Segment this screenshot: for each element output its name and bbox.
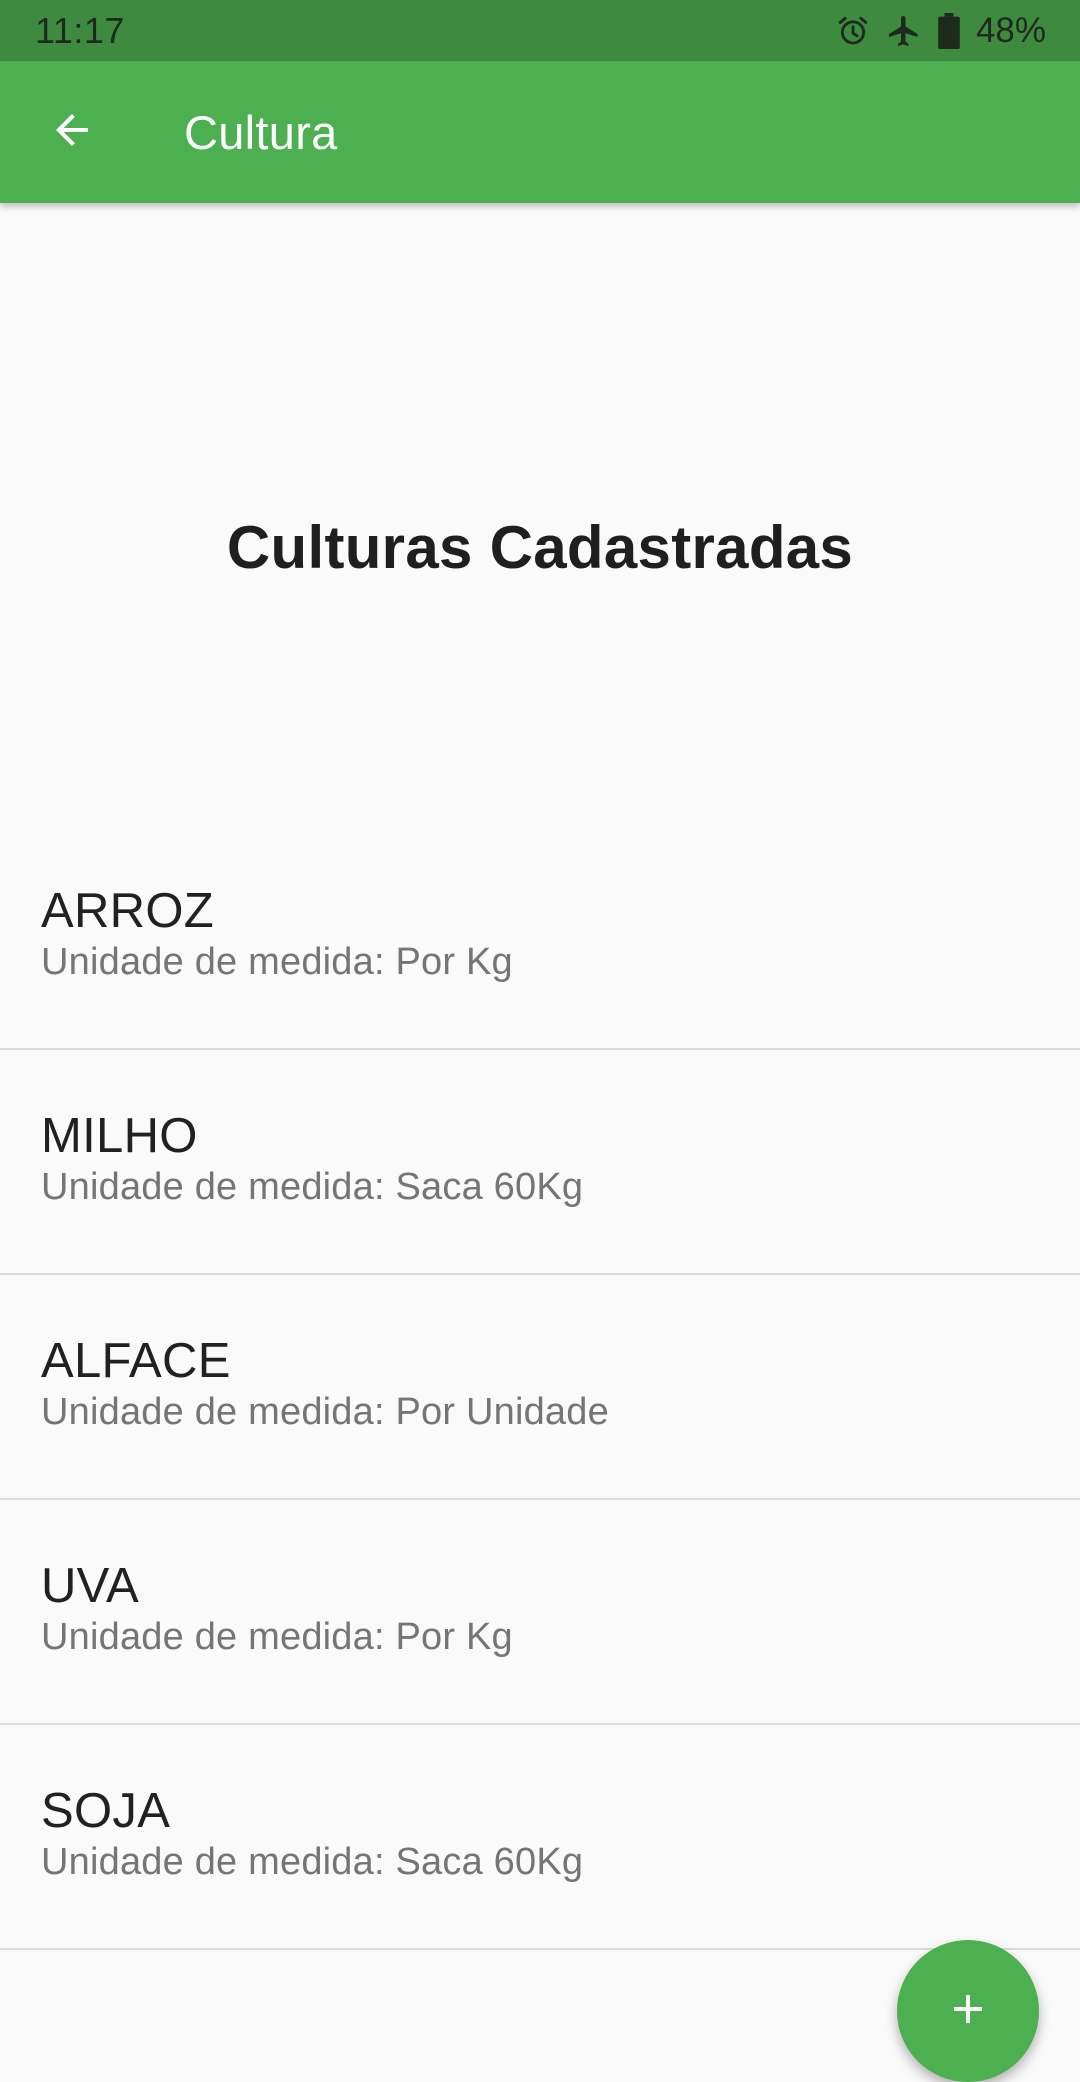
battery-percent: 48%	[975, 10, 1046, 50]
back-button[interactable]	[0, 61, 144, 203]
status-bar: 11:17 48%	[0, 0, 1080, 61]
item-name: UVA	[41, 1559, 140, 1613]
item-name: MILHO	[41, 1109, 198, 1163]
status-icons: 48%	[836, 11, 1046, 51]
app-bar: Cultura	[0, 61, 1080, 203]
item-unit: Unidade de medida: Saca 60Kg	[41, 1166, 584, 1208]
item-unit: Unidade de medida: Por Unidade	[41, 1391, 609, 1433]
list-item[interactable]: MILHO Unidade de medida: Saca 60Kg	[0, 1050, 1080, 1275]
plus-icon	[944, 1985, 992, 2038]
list-item[interactable]: SOJA Unidade de medida: Saca 60Kg	[0, 1725, 1080, 1950]
item-unit: Unidade de medida: Por Kg	[41, 1616, 513, 1658]
arrow-back-icon	[48, 106, 96, 159]
status-time: 11:17	[35, 9, 125, 51]
page-title: Cultura	[184, 105, 338, 159]
item-name: ARROZ	[41, 884, 214, 938]
battery-icon	[938, 12, 960, 49]
add-culture-button[interactable]	[897, 1940, 1039, 2082]
item-unit: Unidade de medida: Saca 60Kg	[41, 1841, 584, 1883]
list-item[interactable]: ARROZ Unidade de medida: Por Kg	[0, 825, 1080, 1050]
item-unit: Unidade de medida: Por Kg	[41, 941, 513, 983]
main-content: Culturas Cadastradas ARROZ Unidade de me…	[0, 203, 1080, 2082]
item-name: ALFACE	[41, 1334, 231, 1388]
airplane-icon	[886, 13, 922, 49]
item-name: SOJA	[41, 1784, 171, 1838]
alarm-icon	[836, 14, 870, 48]
culture-list: ARROZ Unidade de medida: Por Kg MILHO Un…	[0, 825, 1080, 1950]
section-heading: Culturas Cadastradas	[226, 514, 854, 581]
list-item[interactable]: ALFACE Unidade de medida: Por Unidade	[0, 1275, 1080, 1500]
list-item[interactable]: UVA Unidade de medida: Por Kg	[0, 1500, 1080, 1725]
